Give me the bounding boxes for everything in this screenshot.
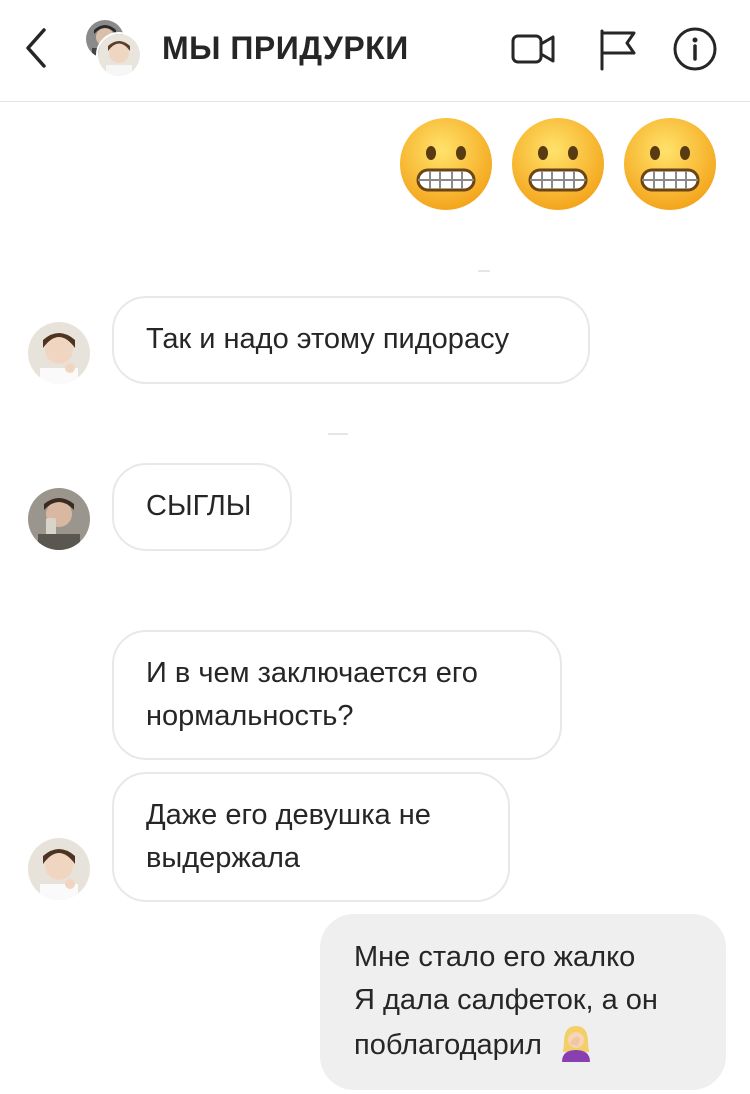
grimacing-face-emoji-icon	[400, 118, 492, 210]
divider	[478, 270, 490, 272]
avatar[interactable]	[28, 838, 90, 900]
back-icon[interactable]	[22, 26, 52, 70]
message-text-last-line: поблагодарил	[354, 1022, 692, 1067]
message-text: поблагодарил	[354, 1029, 542, 1061]
avatar[interactable]	[28, 488, 90, 550]
message-text: нормальность?	[146, 700, 354, 732]
message-bubble[interactable]: Так и надо этому пидорасу	[112, 296, 590, 384]
chat-header: МЫ ПРИДУРКИ	[0, 0, 750, 102]
divider	[328, 433, 348, 435]
message-text: Мне стало его жалко	[354, 941, 636, 973]
chat-title[interactable]: МЫ ПРИДУРКИ	[162, 28, 409, 68]
info-icon[interactable]	[672, 26, 718, 72]
message-text: СЫГЛЫ	[146, 490, 252, 522]
emoji-message[interactable]	[398, 116, 718, 212]
my-message-bubble[interactable]: Мне стало его жалко Я дала салфеток, а о…	[320, 914, 726, 1090]
message-text: выдержала	[146, 842, 301, 874]
message-bubble[interactable]: И в чем заключается его нормальность?	[112, 630, 562, 760]
avatar[interactable]	[28, 322, 90, 384]
grimacing-face-emoji-icon	[512, 118, 604, 210]
grimacing-face-emoji-icon	[624, 118, 716, 210]
message-text: Я дала салфеток, а он	[354, 984, 658, 1016]
message-bubble[interactable]: Даже его девушка не выдержала	[112, 772, 510, 902]
message-text: Даже его девушка не	[146, 799, 431, 831]
message-text: И в чем заключается его	[146, 657, 478, 689]
message-bubble[interactable]: СЫГЛЫ	[112, 463, 292, 551]
group-avatar[interactable]	[84, 18, 142, 78]
message-text: Так и надо этому пидорасу	[146, 323, 510, 355]
flag-icon[interactable]	[596, 26, 642, 72]
member-avatar	[96, 32, 142, 78]
face-palm-woman-emoji-icon	[561, 1026, 590, 1062]
video-call-icon[interactable]	[510, 26, 556, 72]
